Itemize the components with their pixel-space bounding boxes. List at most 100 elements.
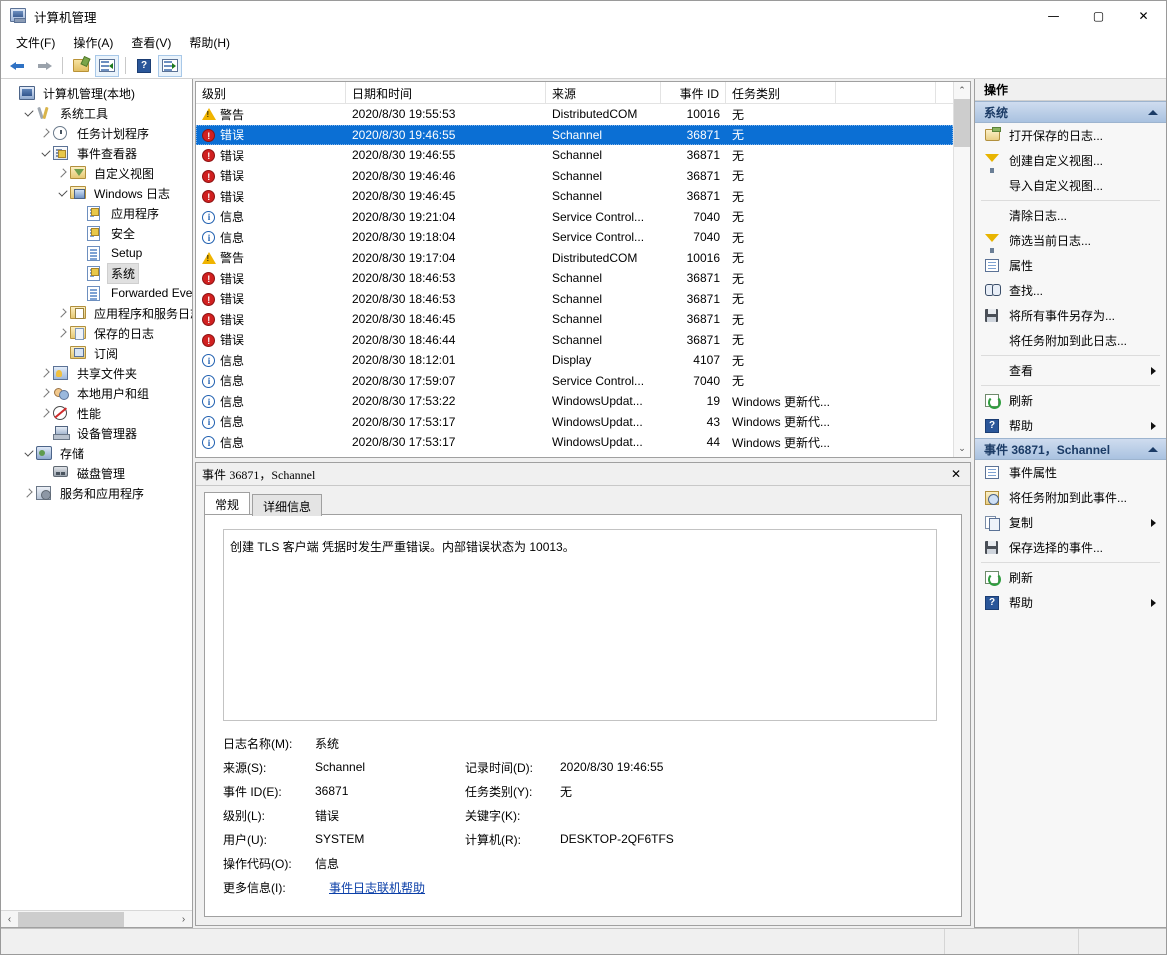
event-list-scroll-track[interactable] [954,99,970,440]
event-column-header-1[interactable]: 日期和时间 [346,82,546,103]
tree-twisty-closed-icon[interactable] [56,323,70,343]
event-list-scroll-thumb[interactable] [954,99,970,147]
event-row[interactable]: 警告 2020/8/30 19:17:04 DistributedCOM 10016 无 [196,248,953,269]
tree-item-4[interactable]: 自定义视图 [1,163,192,183]
event-log-online-help-link[interactable]: 事件日志联机帮助 [329,879,425,896]
tree-item-12[interactable]: 保存的日志 [1,323,192,343]
help-button[interactable]: ? [132,55,156,77]
menu-view[interactable]: 查看(V) [122,32,180,53]
tab-general[interactable]: 常规 [204,492,251,514]
event-list-rows[interactable]: 警告 2020/8/30 19:55:53 DistributedCOM 10016 无… [196,104,953,457]
show-hide-tree-button[interactable] [95,54,119,77]
tree-hscroll-left-arrow[interactable]: ‹ [1,912,18,927]
event-row[interactable]: 错误 2020/8/30 19:46:45 Schannel 36871 无 [196,186,953,207]
action-item-0-1[interactable]: 创建自定义视图... [975,148,1166,173]
tree-item-0[interactable]: 计算机管理(本地) [1,83,192,103]
event-column-header-2[interactable]: 来源 [546,82,661,103]
collapse-caret-icon[interactable] [1148,446,1158,452]
collapse-caret-icon[interactable] [1148,109,1158,115]
show-hide-actions-button[interactable] [158,54,182,77]
menu-action[interactable]: 操作(A) [64,32,122,53]
tree-twisty-open-icon[interactable] [56,183,70,203]
event-row[interactable]: 错误 2020/8/30 19:46:55 Schannel 36871 无 [196,124,953,145]
tree-item-5[interactable]: Windows 日志 [1,183,192,203]
tree-item-18[interactable]: 存储 [1,443,192,463]
tree-item-11[interactable]: 应用程序和服务日志 [1,303,192,323]
menu-file[interactable]: 文件(F) [7,32,64,53]
event-list-scroll-down-arrow[interactable]: ⌄ [954,440,970,457]
action-item-0-2[interactable]: 导入自定义视图... [975,173,1166,198]
action-item-0-9[interactable]: 查看 [975,358,1166,383]
event-row[interactable]: 错误 2020/8/30 18:46:53 Schannel 36871 无 [196,289,953,310]
event-column-header-3[interactable]: 事件 ID [661,82,726,103]
tree-item-7[interactable]: 安全 [1,223,192,243]
event-row[interactable]: 信息 2020/8/30 17:53:17 WindowsUpdat... 44 Win… [196,432,953,453]
event-row[interactable]: 错误 2020/8/30 19:46:46 Schannel 36871 无 [196,166,953,187]
forward-button[interactable] [32,55,56,77]
event-row[interactable]: 信息 2020/8/30 17:59:07 Service Control... 70… [196,371,953,392]
tree-item-2[interactable]: 任务计划程序 [1,123,192,143]
tree-twisty-closed-icon[interactable] [56,163,70,183]
actions-group-header-1[interactable]: 事件 36871，Schannel [975,438,1166,460]
tree-item-17[interactable]: 设备管理器 [1,423,192,443]
event-row[interactable]: 错误 2020/8/30 18:46:44 Schannel 36871 无 [196,330,953,351]
tree-twisty-closed-icon[interactable] [56,303,70,323]
action-item-0-6[interactable]: 查找... [975,278,1166,303]
action-item-0-3[interactable]: 清除日志... [975,203,1166,228]
action-item-1-4[interactable]: 刷新 [975,565,1166,590]
tree-twisty-open-icon[interactable] [39,143,53,163]
tree-item-6[interactable]: 应用程序 [1,203,192,223]
tree-item-8[interactable]: Setup [1,243,192,263]
action-item-1-3[interactable]: 保存选择的事件... [975,535,1166,560]
tree-hscroll-thumb[interactable] [18,911,124,927]
tree-item-13[interactable]: 订阅 [1,343,192,363]
event-row[interactable]: 信息 2020/8/30 17:53:22 WindowsUpdat... 19 Win… [196,391,953,412]
event-list-vertical-scrollbar[interactable]: ⌃ ⌄ [953,82,970,457]
tree-item-16[interactable]: 性能 [1,403,192,423]
tree-item-9[interactable]: 系统 [1,262,192,284]
tree-twisty-closed-icon[interactable] [22,483,36,503]
tree-hscroll-track[interactable] [18,911,175,927]
tree-hscroll-right-arrow[interactable]: › [175,912,192,927]
action-item-1-5[interactable]: ? 帮助 [975,590,1166,615]
event-row[interactable]: 错误 2020/8/30 18:46:45 Schannel 36871 无 [196,309,953,330]
tree-item-15[interactable]: 本地用户和组 [1,383,192,403]
action-item-1-0[interactable]: 事件属性 [975,460,1166,485]
action-item-0-5[interactable]: 属性 [975,253,1166,278]
event-row[interactable]: 错误 2020/8/30 19:46:55 Schannel 36871 无 [196,145,953,166]
action-item-1-1[interactable]: 将任务附加到此事件... [975,485,1166,510]
tree-item-10[interactable]: Forwarded Eve [1,283,192,303]
tree-twisty-open-icon[interactable] [22,103,36,123]
event-column-header-5[interactable] [836,82,936,103]
actions-group-header-0[interactable]: 系统 [975,101,1166,123]
tree-twisty-closed-icon[interactable] [39,403,53,423]
tree-item-20[interactable]: 服务和应用程序 [1,483,192,503]
close-button[interactable]: ✕ [1121,1,1166,31]
tree-twisty-closed-icon[interactable] [39,123,53,143]
console-tree[interactable]: 计算机管理(本地) 系统工具 任务计划程序 事件查看器 自定义视图 Windows 日志应… [1,79,192,910]
tree-twisty-open-icon[interactable] [22,443,36,463]
tree-item-19[interactable]: 磁盘管理 [1,463,192,483]
maximize-button[interactable]: ▢ [1076,1,1121,31]
event-row[interactable]: 警告 2020/8/30 19:55:53 DistributedCOM 10016 无 [196,104,953,125]
action-item-0-10[interactable]: 刷新 [975,388,1166,413]
event-row[interactable]: 信息 2020/8/30 19:18:04 Service Control... 70… [196,227,953,248]
action-item-0-7[interactable]: 将所有事件另存为... [975,303,1166,328]
action-item-0-0[interactable]: 打开保存的日志... [975,123,1166,148]
tree-twisty-closed-icon[interactable] [39,383,53,403]
event-list-scroll-up-arrow[interactable]: ⌃ [954,82,970,99]
event-column-header-0[interactable]: 级别 [196,82,346,103]
action-item-0-4[interactable]: 筛选当前日志... [975,228,1166,253]
minimize-button[interactable]: — [1031,1,1076,31]
tree-item-3[interactable]: 事件查看器 [1,143,192,163]
action-item-1-2[interactable]: 复制 [975,510,1166,535]
event-row[interactable]: 信息 2020/8/30 19:21:04 Service Control... 70… [196,207,953,228]
back-button[interactable] [6,55,30,77]
action-item-0-8[interactable]: 将任务附加到此日志... [975,328,1166,353]
event-row[interactable]: 信息 2020/8/30 18:12:01 Display 4107 无 [196,350,953,371]
event-row[interactable]: 错误 2020/8/30 18:46:53 Schannel 36871 无 [196,268,953,289]
tree-item-14[interactable]: 共享文件夹 [1,363,192,383]
event-column-header-4[interactable]: 任务类别 [726,82,836,103]
tree-item-1[interactable]: 系统工具 [1,103,192,123]
up-one-level-button[interactable] [69,55,93,77]
